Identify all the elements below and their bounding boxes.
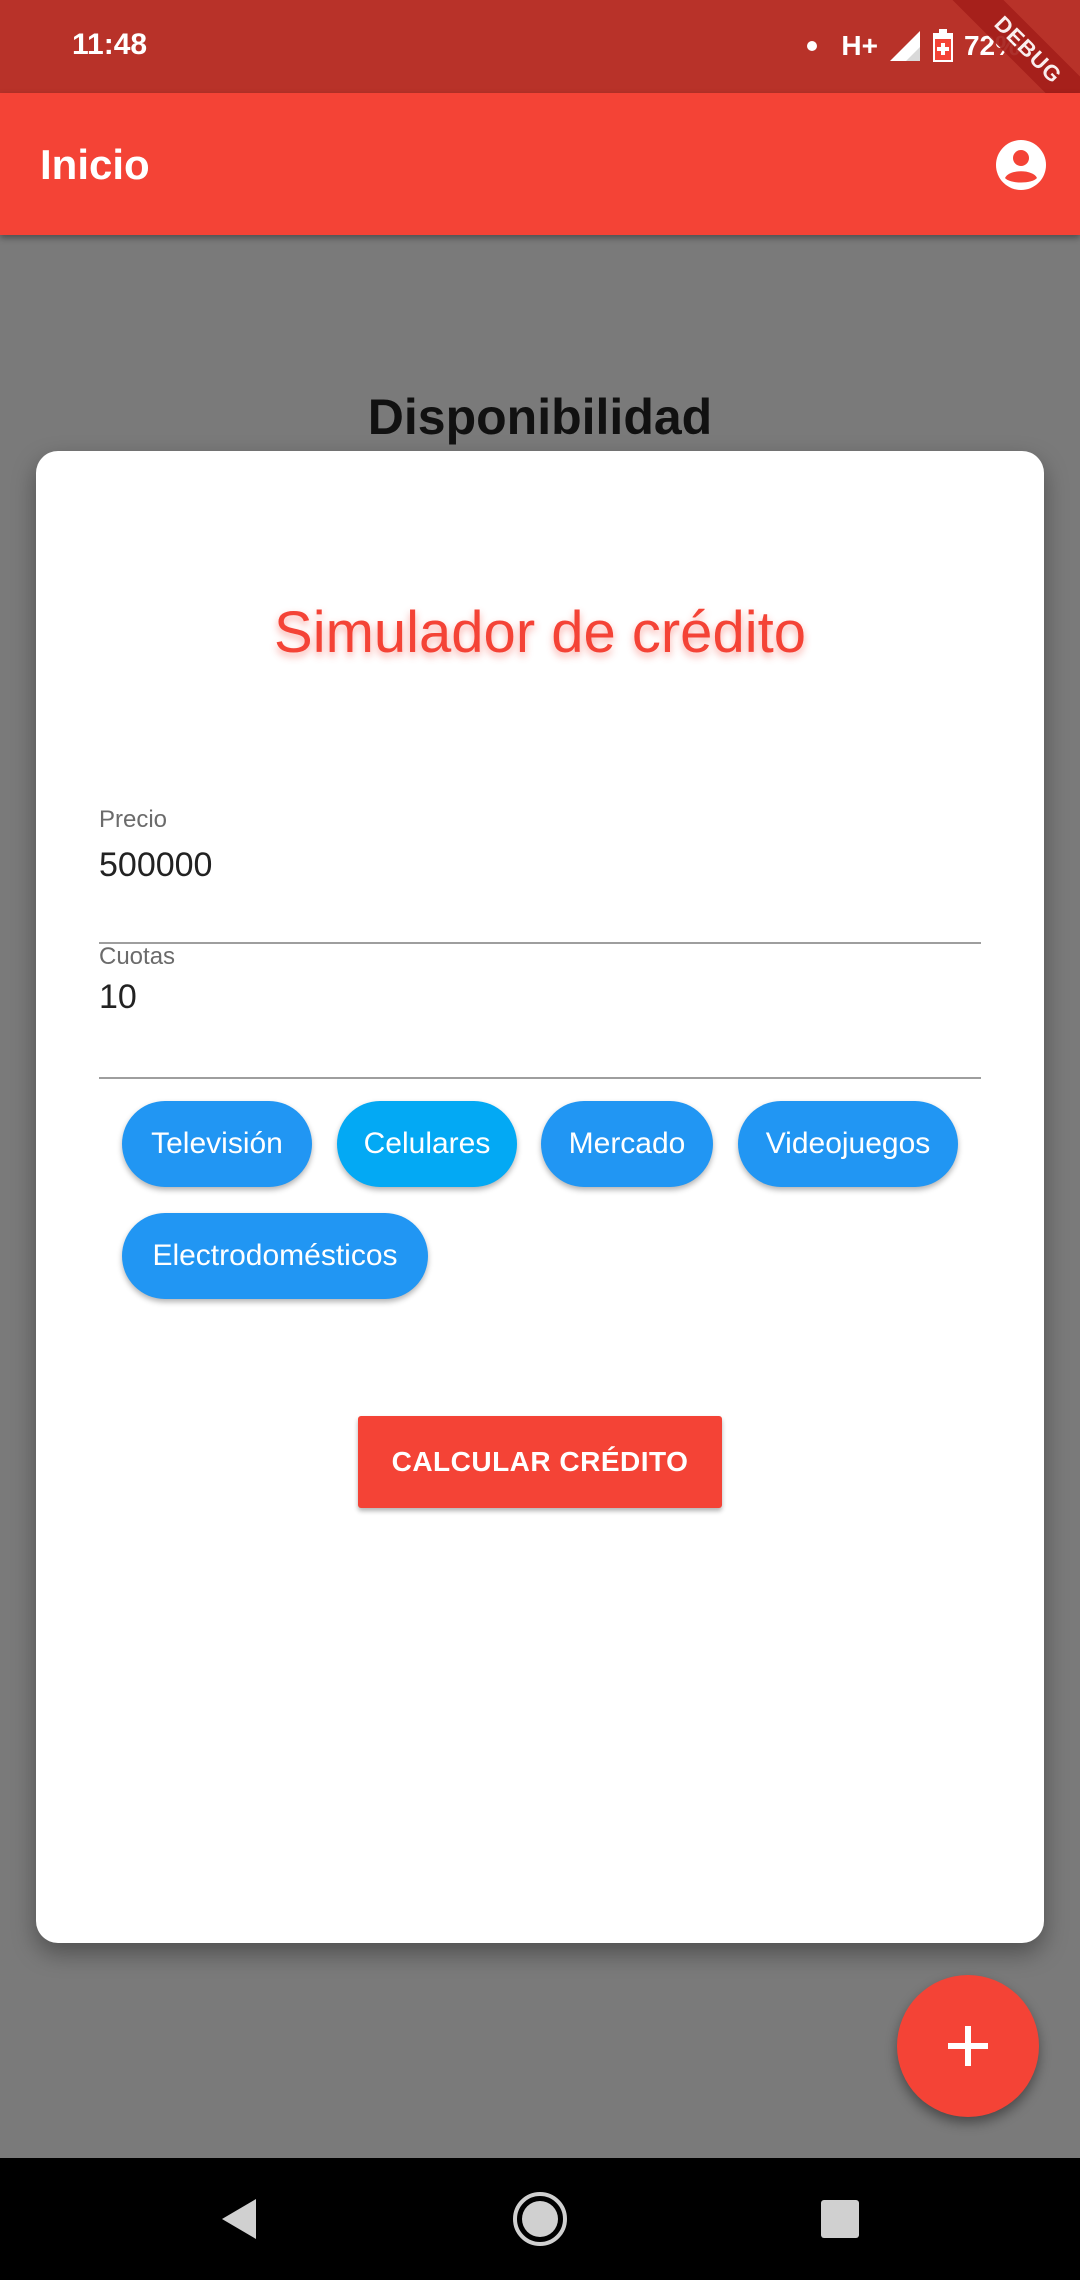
calculate-credit-button[interactable]: CALCULAR CRÉDITO [358,1416,722,1508]
home-icon[interactable] [512,2191,568,2247]
notification-dot-icon [807,41,818,51]
availability-heading: Disponibilidad [367,389,713,445]
network-type: H+ [841,30,878,61]
chip-mercado[interactable]: Mercado [541,1101,713,1187]
status-time: 11:48 [72,28,148,61]
add-fab-button[interactable] [897,1975,1039,2117]
chip-videojuegos[interactable]: Videojuegos [738,1101,958,1187]
chip-electrodomesticos[interactable]: Electrodomésticos [122,1213,428,1299]
dialog-title: Simulador de crédito [274,600,806,665]
battery-icon [932,29,953,62]
installments-input[interactable]: 10 [99,978,137,1017]
installments-field[interactable]: Cuotas 10 [99,943,981,1079]
app-title: Inicio [40,141,150,188]
signal-icon [889,31,920,61]
price-field[interactable]: Precio 500000 [99,806,981,944]
navigation-bar [0,2158,1080,2280]
plus-icon [948,2026,988,2066]
chip-celulares[interactable]: Celulares [337,1101,517,1187]
credit-simulator-dialog: Simulador de crédito Precio 500000 Cuota… [36,451,1044,1943]
price-label: Precio [99,806,168,833]
back-icon[interactable] [212,2191,268,2247]
chip-television[interactable]: Televisión [122,1101,312,1187]
installments-label: Cuotas [99,943,176,970]
status-bar: 11:48 H+ 72% DEBUG [0,0,1080,141]
app-bar: Inicio [0,93,1080,235]
account-circle-icon[interactable] [994,138,1048,192]
price-input[interactable]: 500000 [99,846,212,885]
recents-icon[interactable] [812,2191,868,2247]
